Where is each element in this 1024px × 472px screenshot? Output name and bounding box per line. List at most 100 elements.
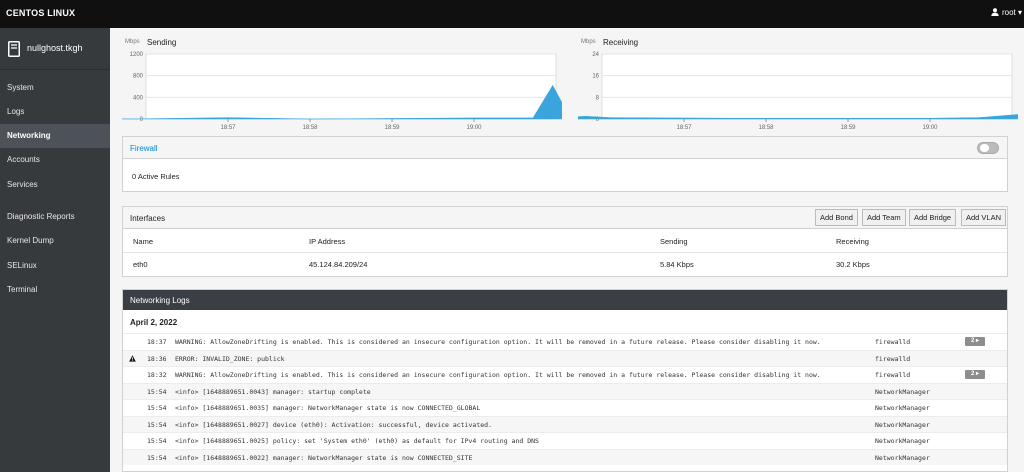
log-message: <info> [1648889651.0022] manager: Networ…: [175, 453, 473, 462]
log-entry[interactable]: 15:54 <info> [1648889651.0027] device (et…: [123, 415, 1007, 432]
sidebar-item-selinux[interactable]: SELinux: [0, 254, 110, 278]
sending-data-point: [552, 85, 553, 86]
logs-header: Networking Logs: [123, 290, 1007, 310]
log-time: 18:37: [147, 338, 167, 346]
receiving-x-tick: 19:00: [922, 125, 938, 131]
firewall-header: Firewall: [123, 137, 1007, 159]
sidebar-item-terminal[interactable]: Terminal: [0, 278, 110, 302]
host-switcher[interactable]: nullghost.tkgh: [0, 28, 110, 70]
interface-ip: 45.124.84.209/24: [309, 260, 368, 269]
log-entry[interactable]: 15:54 <info> [1648889651.0035] manager: N…: [123, 399, 1007, 415]
host-name: nullghost.tkgh: [27, 43, 83, 53]
receiving-x-tick: 18:59: [840, 125, 856, 131]
sending-data-point: [227, 117, 229, 118]
log-time: 15:54: [147, 387, 167, 396]
sidebar-item-networking[interactable]: Networking: [0, 124, 110, 148]
warning-icon: [129, 354, 136, 364]
brand-title: CENTOS LINUX: [6, 8, 76, 18]
sidebar-item-services[interactable]: Services: [0, 173, 110, 197]
sidebar-item-system[interactable]: System: [0, 76, 110, 100]
interfaces-card: Interfaces Add Bond Add Team Add Bridge …: [122, 206, 1008, 277]
user-menu[interactable]: root ▾: [991, 8, 1022, 17]
log-message: WARNING: AllowZoneDrifting is enabled. T…: [175, 338, 821, 346]
sending-y-tick: 800: [133, 74, 144, 80]
main-content: Mbps Sending 1200 800 400 0 18:57 18:58 18:59 1…: [110, 28, 1024, 472]
add-vlan-button[interactable]: Add VLAN: [961, 209, 1007, 226]
log-service: NetworkManager: [875, 387, 930, 396]
user-name: root: [1001, 8, 1016, 17]
log-entry[interactable]: 18:32 WARNING: AllowZoneDrifting is enabl…: [123, 366, 1007, 382]
column-header-name: Name: [133, 237, 154, 246]
log-message: ERROR: INVALID_ZONE: publick: [175, 354, 285, 363]
receiving-data-point: [929, 117, 931, 119]
log-entry[interactable]: 15:54 <info> [1648889651.0022] manager: N…: [123, 448, 1007, 465]
log-time: 15:54: [147, 453, 167, 462]
sidebar-item-kernel-dump[interactable]: Kernel Dump: [0, 229, 110, 253]
log-service: firewalld: [875, 338, 911, 346]
receiving-y-tick: 16: [592, 74, 599, 80]
add-team-button[interactable]: Add Team: [862, 209, 906, 226]
sending-x-tick: 19:00: [466, 125, 482, 131]
log-message: <info> [1648889651.0027] device (eth0): …: [175, 420, 492, 429]
logs-date: April 2, 2022: [130, 318, 178, 327]
sending-y-tick: 0: [140, 117, 144, 123]
add-bridge-button[interactable]: Add Bridge: [909, 209, 957, 226]
interface-sending: 5.84 Kbps: [660, 260, 694, 269]
log-service: firewalld: [875, 354, 911, 363]
sidebar: nullghost.tkgh System Logs Networking Ac…: [0, 28, 110, 472]
sending-data-point: [532, 117, 534, 119]
sending-graph: Mbps Sending 1200 800 400 0 18:57 18:58 18:59 1…: [122, 36, 562, 136]
log-time: 18:36: [147, 354, 167, 363]
receiving-y-tick: 24: [592, 52, 599, 58]
receiving-data-point: [978, 117, 980, 118]
log-time: 18:32: [147, 371, 167, 379]
log-time: 15:54: [147, 420, 167, 429]
sending-y-tick: 400: [133, 95, 144, 101]
sending-x-tick: 18:59: [384, 125, 400, 131]
receiving-plot-area: [601, 53, 1013, 120]
sending-x-tick: 18:58: [302, 125, 318, 131]
receiving-data-point: [732, 117, 734, 119]
receiving-data-point: [609, 117, 611, 118]
log-message: <info> [1648889651.0025] policy: set 'Sy…: [175, 437, 539, 445]
networking-logs-card: Networking Logs April 2, 2022 18:37 WARNI…: [122, 289, 1008, 472]
log-entry[interactable]: 18:37 WARNING: AllowZoneDrifting is enabl…: [123, 333, 1007, 349]
receiving-data-point: [585, 116, 586, 117]
log-count: 2: [970, 338, 975, 344]
add-bond-button[interactable]: Add Bond: [815, 209, 858, 226]
receiving-x-tick: 18:57: [676, 125, 692, 131]
receiving-graph: Mbps Receiving 24 16 8 0 18:57 18:58 18:59 19:0…: [578, 36, 1018, 136]
log-service: NetworkManager: [875, 404, 930, 412]
receiving-unit: Mbps: [581, 39, 596, 45]
interfaces-header: Interfaces Add Bond Add Team Add Bridge …: [123, 207, 1007, 229]
interface-name: eth0: [133, 260, 148, 269]
log-count-badge[interactable]: 2 ▸: [965, 337, 985, 346]
firewall-rules-count: 0 Active Rules: [132, 172, 180, 181]
receiving-y-tick: 8: [596, 95, 600, 101]
log-message: <info> [1648889651.0035] manager: Networ…: [175, 404, 481, 412]
log-message: WARNING: AllowZoneDrifting is enabled. T…: [175, 371, 821, 379]
sending-plot-area: [145, 53, 557, 120]
firewall-card: Firewall 0 Active Rules: [122, 136, 1008, 192]
sending-data-point: [311, 118, 312, 120]
sending-unit: Mbps: [125, 39, 140, 45]
sending-data-point: [473, 117, 475, 119]
log-entry[interactable]: 18:36 ERROR: INVALID_ZONE: publick firewal…: [123, 349, 1007, 366]
log-service: firewalld: [875, 371, 911, 379]
receiving-x-tick: 18:58: [758, 125, 774, 131]
sending-y-tick: 1200: [130, 52, 144, 58]
sidebar-item-logs[interactable]: Logs: [0, 100, 110, 124]
log-count-badge[interactable]: 2 ▸: [965, 370, 985, 379]
sidebar-item-diagnostic-reports[interactable]: Diagnostic Reports: [0, 205, 110, 229]
firewall-link[interactable]: Firewall: [130, 144, 158, 153]
column-header-ip: IP Address: [309, 237, 346, 246]
user-icon: [991, 8, 999, 16]
firewall-toggle[interactable]: [977, 142, 999, 154]
log-entry[interactable]: 15:54 <info> [1648889651.0025] policy: se…: [123, 432, 1007, 448]
sidebar-item-accounts[interactable]: Accounts: [0, 148, 110, 172]
receiving-chart: 24168018:57 18:58 18:59 19:00: [578, 52, 1018, 131]
sending-data-point: [129, 118, 130, 120]
server-icon: [8, 41, 20, 57]
log-entry[interactable]: 15:54 <info> [1648889651.0043] manager: s…: [123, 382, 1007, 399]
log-service: NetworkManager: [875, 437, 930, 445]
